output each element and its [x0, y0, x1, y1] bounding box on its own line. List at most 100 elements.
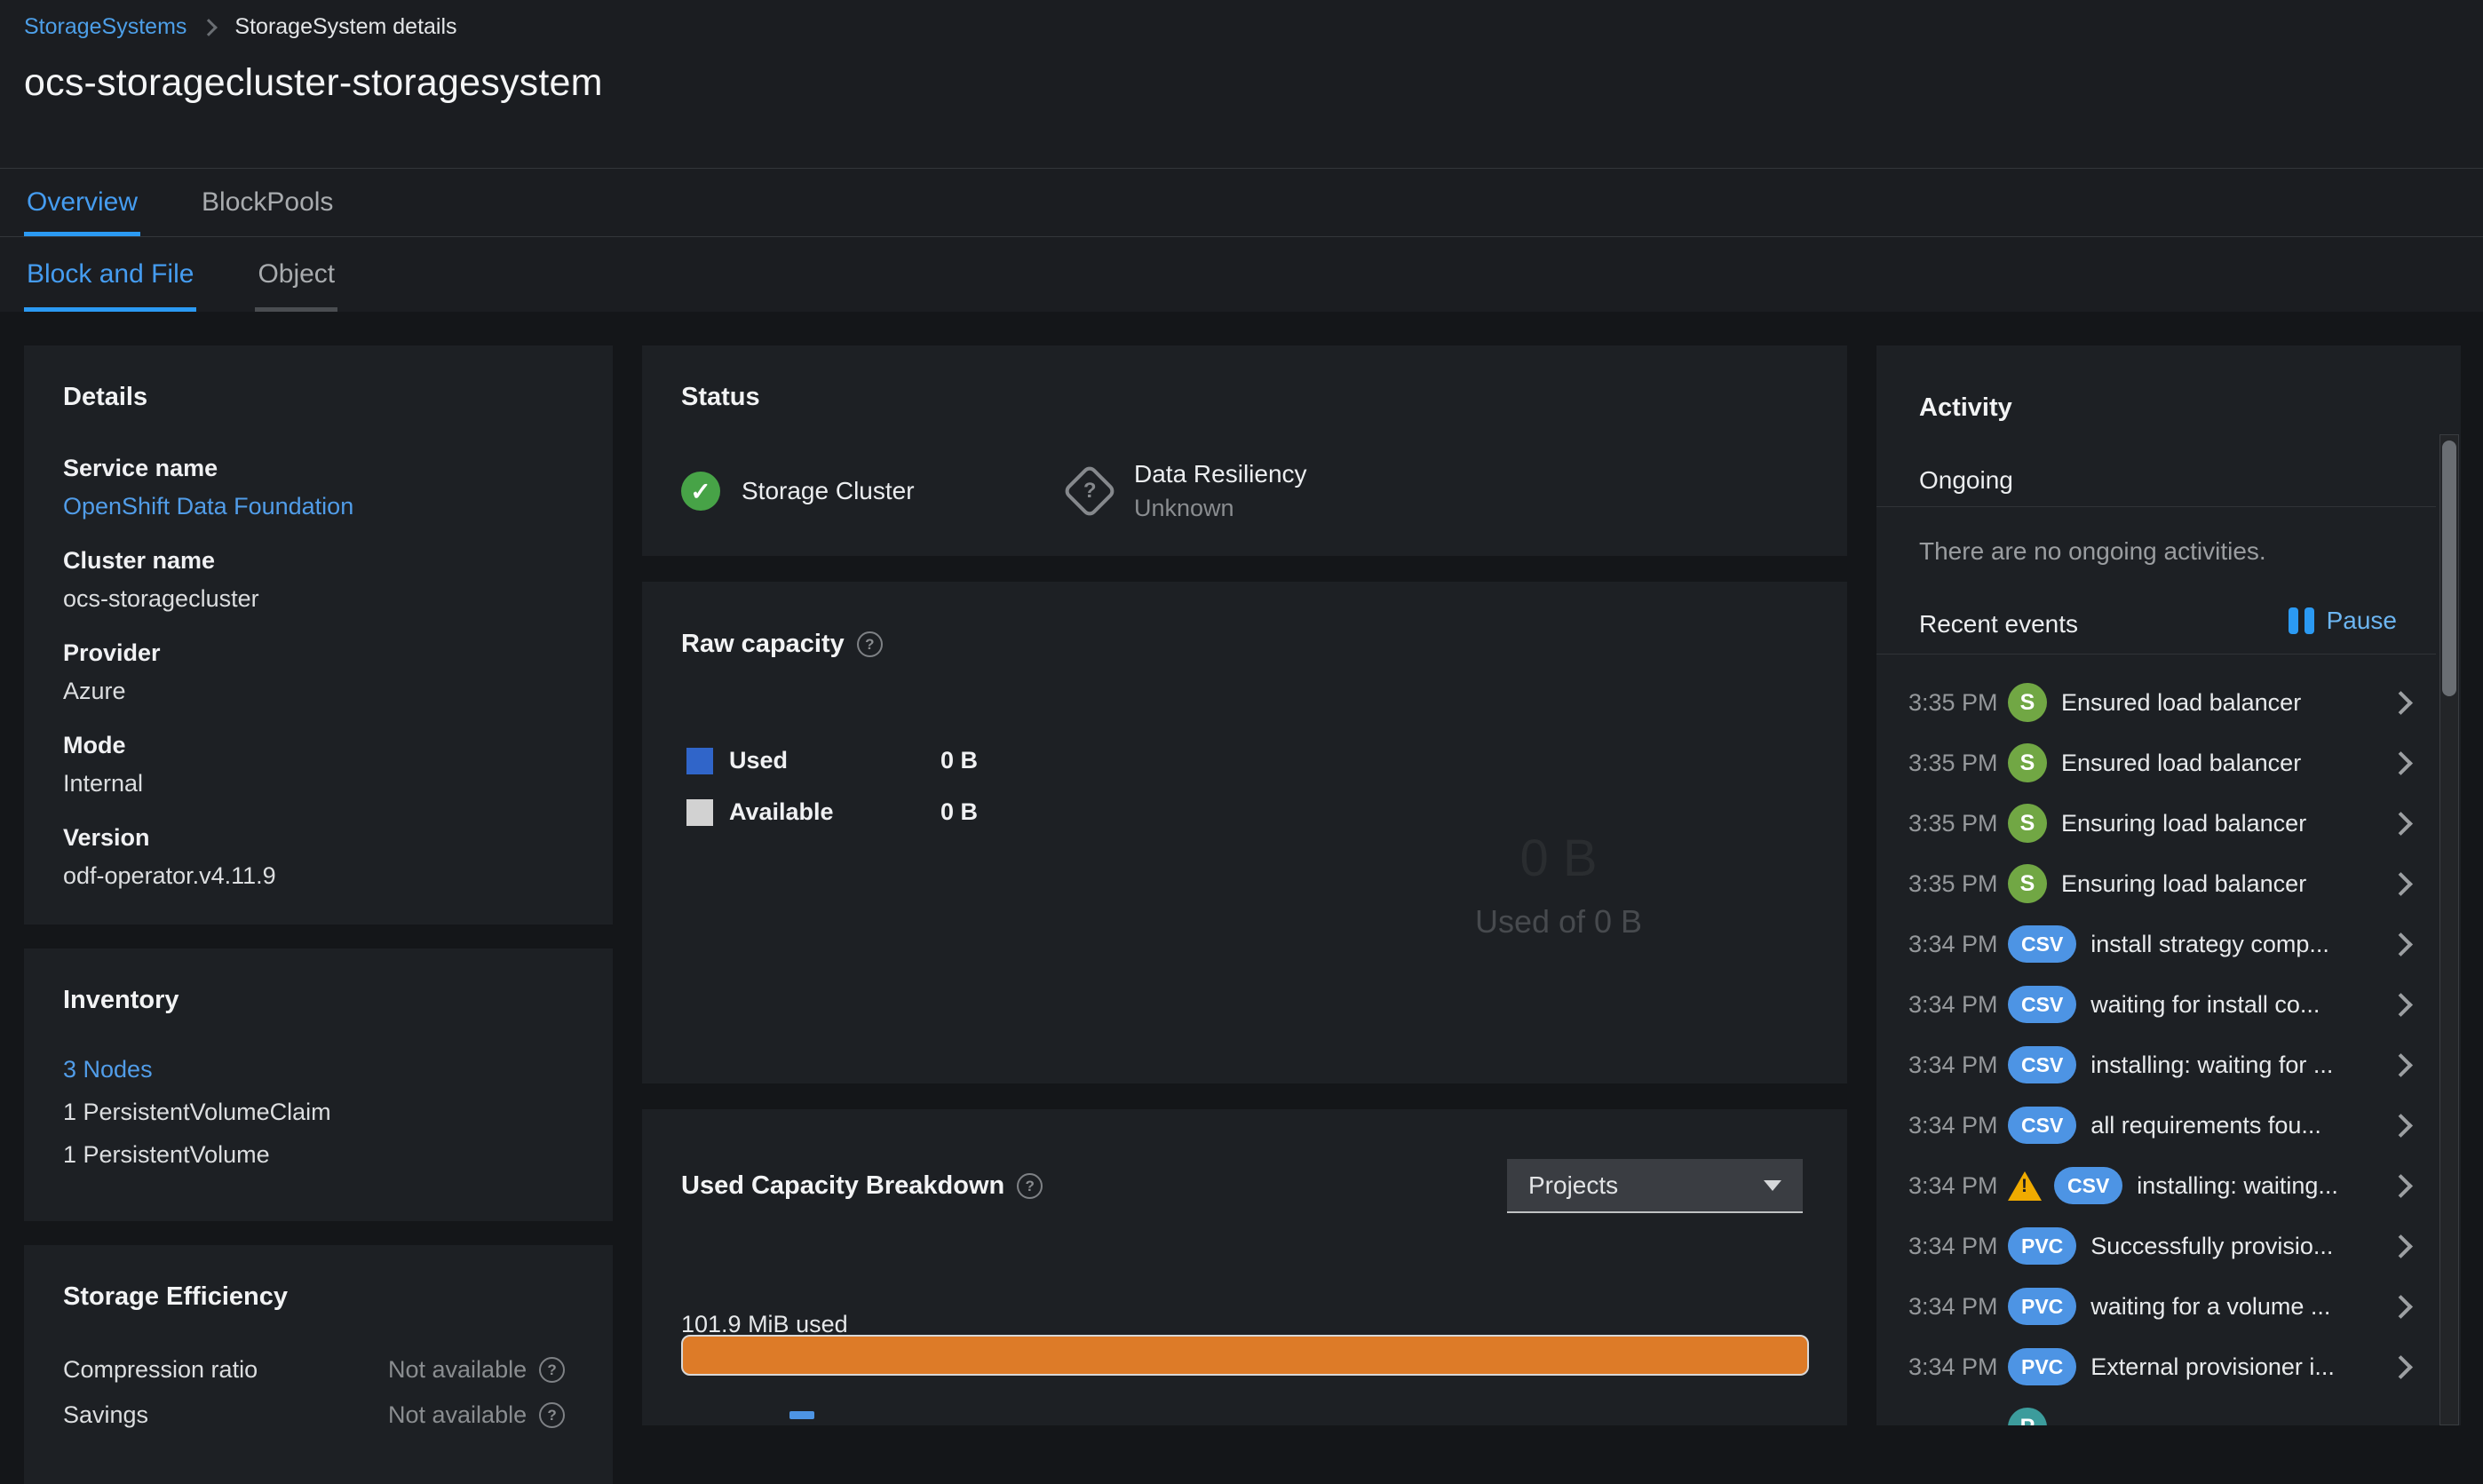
tab-label: Overview [27, 187, 139, 217]
raw-capacity-title-text: Raw capacity [681, 630, 845, 658]
service-name-link[interactable]: OpenShift Data Foundation [63, 493, 574, 520]
ucb-title: Used Capacity Breakdown [681, 1171, 1043, 1201]
event-row[interactable]: 3:35 PM S Ensuring load balancer [1876, 793, 2436, 853]
event-time: 3:35 PM [1908, 688, 1998, 716]
status-card: Status Storage Cluster Data Resiliency U… [642, 345, 1847, 556]
event-message: installing: waiting... [2137, 1171, 2338, 1199]
projects-filter-select[interactable]: Projects [1507, 1159, 1803, 1213]
breadcrumb-link[interactable]: StorageSystems [24, 14, 186, 40]
tab-blockpools[interactable]: BlockPools [199, 169, 336, 236]
help-icon[interactable] [539, 1402, 566, 1428]
ongoing-header: Ongoing [1919, 466, 2013, 494]
chevron-right-icon[interactable] [2389, 1294, 2413, 1319]
chevron-right-icon[interactable] [2389, 1052, 2413, 1077]
breadcrumb-separator-icon [200, 18, 218, 36]
help-icon[interactable] [1017, 1173, 1043, 1199]
tab-block-and-file[interactable]: Block and File [24, 237, 197, 312]
event-message: installing: waiting for ... [2090, 1051, 2334, 1078]
activity-scrollbar-thumb[interactable] [2442, 440, 2456, 696]
chevron-right-icon[interactable] [2389, 932, 2413, 956]
event-row[interactable]: 3:34 PM PVC External provisioner i... [1876, 1337, 2436, 1397]
event-time: 3:34 PM [1908, 1353, 1998, 1380]
event-row[interactable]: 3:34 PM CSV all requirements fou... [1876, 1095, 2436, 1155]
event-row[interactable]: 3:34 PM CSV install strategy comp... [1876, 914, 2436, 974]
inventory-nodes-link[interactable]: 3 Nodes [63, 1056, 574, 1083]
tab-object[interactable]: Object [255, 237, 337, 312]
raw-capacity-card: Raw capacity Used 0 B Available 0 B 0 B … [642, 582, 1847, 1083]
event-row-partial[interactable]: P [1876, 1397, 2436, 1425]
chevron-right-icon[interactable] [2389, 871, 2413, 896]
event-time: 3:34 PM [1908, 990, 1998, 1018]
legend-row: Used 0 B [686, 747, 978, 774]
page-title: ocs-storagecluster-storagesystem [24, 61, 603, 104]
chevron-right-icon[interactable] [2389, 690, 2413, 715]
resource-badge: P [2008, 1408, 2047, 1425]
used-swatch [686, 747, 713, 774]
primary-tabs: Overview BlockPools [0, 169, 2483, 237]
help-icon[interactable] [539, 1357, 566, 1383]
resource-badge: CSV [2008, 925, 2077, 963]
storage-cluster-status: Storage Cluster [681, 460, 1067, 522]
storage-efficiency-card: Storage Efficiency Compression ratio Not… [24, 1245, 613, 1484]
activity-scrollbar-track[interactable] [2439, 434, 2459, 1425]
tab-overview[interactable]: Overview [24, 169, 141, 236]
efficiency-label: Savings [63, 1401, 149, 1428]
left-column: Details Service name OpenShift Data Foun… [24, 345, 613, 1484]
event-time: 3:34 PM [1908, 1292, 1998, 1320]
event-row[interactable]: 3:35 PM S Ensured load balancer [1876, 733, 2436, 793]
event-message: all requirements fou... [2090, 1111, 2321, 1139]
chevron-right-icon[interactable] [2389, 1354, 2413, 1379]
event-row[interactable]: 3:34 PM PVC Successfully provisio... [1876, 1216, 2436, 1276]
event-time: 3:34 PM [1908, 930, 1998, 957]
field-value: Azure [63, 678, 126, 704]
right-column: Activity Ongoing There are no ongoing ac… [1876, 345, 2461, 1425]
event-row[interactable]: 3:35 PM S Ensuring load balancer [1876, 853, 2436, 914]
pause-button[interactable]: Pause [2288, 607, 2397, 635]
donut-center-caption: Used of 0 B [1474, 903, 1643, 940]
activity-title: Activity [1919, 393, 2012, 422]
secondary-tabs: Block and File Object [0, 237, 2483, 312]
chevron-right-icon[interactable] [2389, 1173, 2413, 1198]
divider [1876, 654, 2436, 655]
ongoing-empty-text: There are no ongoing activities. [1919, 537, 2266, 565]
resource-badge: S [2008, 743, 2047, 782]
legend-value: 0 B [940, 798, 979, 825]
event-row[interactable]: 3:34 PM CSV installing: waiting for ... [1876, 1035, 2436, 1095]
status-card-title: Status [681, 383, 760, 411]
field-value: Internal [63, 770, 144, 797]
event-time: 3:35 PM [1908, 809, 1998, 837]
resource-badge: CSV [2008, 986, 2077, 1023]
success-check-icon [681, 472, 720, 511]
legend-value: 0 B [940, 747, 979, 774]
help-icon[interactable] [856, 631, 883, 657]
event-message: waiting for a volume ... [2090, 1292, 2331, 1320]
field-label: Mode [63, 732, 126, 758]
select-value: Projects [1528, 1171, 1619, 1199]
legend-label: Available [729, 798, 834, 825]
chevron-right-icon[interactable] [2389, 1234, 2413, 1258]
recent-events-header: Recent events [1919, 610, 2078, 638]
chevron-right-icon[interactable] [2389, 811, 2413, 836]
event-message: Successfully provisio... [2090, 1232, 2334, 1259]
event-row[interactable]: 3:35 PM S Ensured load balancer [1876, 672, 2436, 733]
event-row[interactable]: 3:34 PM CSV waiting for install co... [1876, 974, 2436, 1035]
event-row[interactable]: 3:34 PM CSV installing: waiting... [1876, 1155, 2436, 1216]
legend-label: Used [729, 747, 789, 774]
event-time: 3:35 PM [1908, 869, 1998, 897]
efficiency-value: Not available [388, 1401, 566, 1429]
chevron-right-icon[interactable] [2389, 750, 2413, 775]
event-row[interactable]: 3:34 PM PVC waiting for a volume ... [1876, 1276, 2436, 1337]
field-label: Provider [63, 639, 161, 666]
chevron-right-icon[interactable] [2389, 992, 2413, 1017]
chevron-right-icon[interactable] [2389, 1113, 2413, 1138]
inventory-card-title: Inventory [63, 986, 179, 1014]
unknown-question-icon [1061, 463, 1118, 520]
efficiency-row: Compression ratio Not available [63, 1356, 574, 1384]
resource-badge: PVC [2008, 1227, 2077, 1265]
used-capacity-bar [681, 1335, 1809, 1376]
page-header: StorageSystems StorageSystem details ocs… [0, 0, 2483, 169]
truncated-legend-link [789, 1411, 814, 1419]
storage-efficiency-title: Storage Efficiency [63, 1282, 289, 1311]
resource-badge: CSV [2008, 1046, 2077, 1083]
capacity-legend: Used 0 B Available 0 B [686, 747, 978, 850]
